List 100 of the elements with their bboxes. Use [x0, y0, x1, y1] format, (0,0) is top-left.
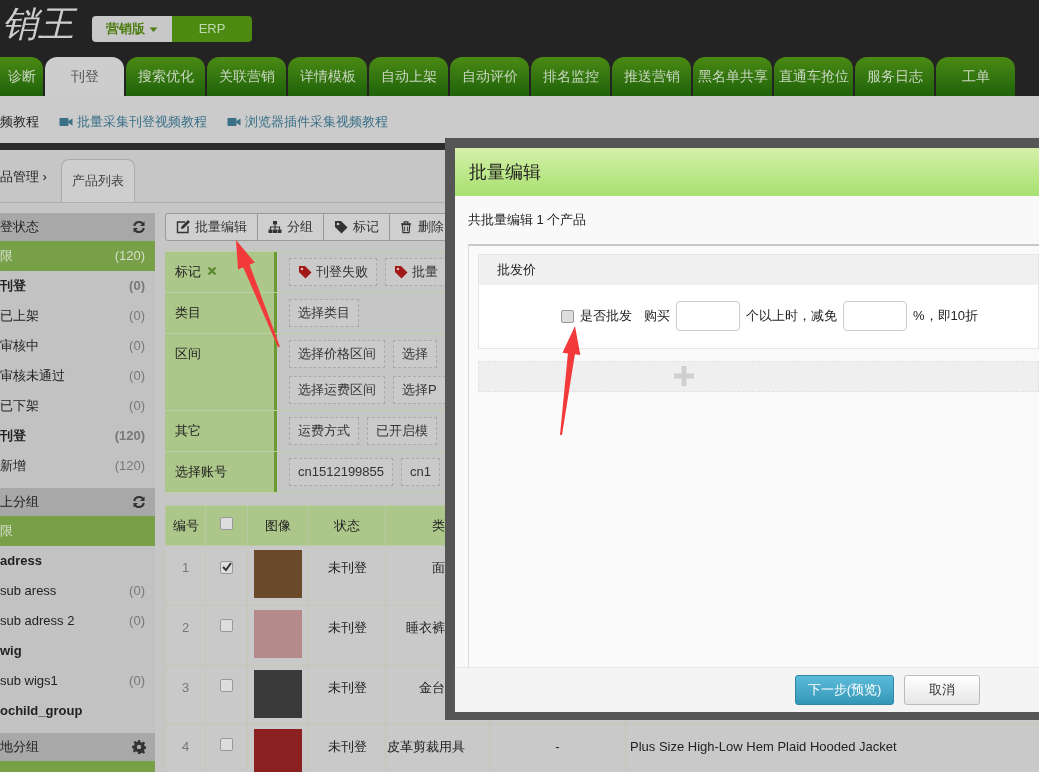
photo-placeholder — [254, 669, 302, 718]
sidebar-title: 地分组 — [0, 738, 39, 757]
column-header: 图像 — [247, 505, 309, 546]
filter-option[interactable]: 选择 — [393, 340, 437, 368]
filter-label: 区间 — [175, 345, 201, 363]
nav-tab[interactable]: 关联营销 — [207, 57, 286, 96]
toolbar-button[interactable]: 批量编辑 — [165, 213, 258, 241]
nav-tab[interactable]: 搜索优化 — [126, 57, 205, 96]
sidebar-item[interactable]: 新增 (120) — [0, 451, 155, 481]
toolbar-button[interactable]: 删除 — [390, 213, 447, 241]
filter-label: 选择账号 — [175, 463, 227, 481]
tutorial-text: 频教程 — [0, 112, 39, 131]
sidebar-item[interactable]: 审核中 (0) — [0, 331, 155, 361]
input-field[interactable] — [843, 301, 907, 331]
modal-title: 批量编辑 — [455, 148, 1039, 196]
filter-option[interactable]: 运费方式 — [289, 417, 359, 445]
sidebar-title: 登状态 — [0, 218, 39, 237]
column-header: 编号 — [165, 505, 206, 546]
table-cell: 未刊登 — [308, 545, 386, 606]
filter-option[interactable]: 选择P — [393, 376, 446, 404]
photo-placeholder — [254, 550, 302, 598]
refresh-icon — [132, 495, 146, 509]
trash-icon — [400, 220, 413, 234]
photo-placeholder — [254, 610, 302, 658]
nav-tab[interactable]: 详情模板 — [288, 57, 367, 96]
checkbox-label[interactable]: 是否批发 — [580, 306, 632, 326]
sitemap-icon — [268, 220, 282, 234]
sidebar-item[interactable]: 已下架 (0) — [0, 391, 155, 421]
toolbar-button[interactable]: 标记 — [324, 213, 390, 241]
nav-tab[interactable]: 刊登 — [45, 57, 124, 96]
field-label: 个以上时，减免 — [746, 307, 837, 326]
row-checkbox[interactable] — [220, 619, 233, 632]
sidebar-item[interactable]: ochild_group — [0, 696, 155, 726]
filter-label: 其它 — [175, 422, 201, 440]
filter-label: 标记 — [175, 263, 201, 281]
row-checkbox[interactable] — [220, 560, 233, 574]
filter-option[interactable]: cn1512199855 — [289, 458, 394, 486]
table-cell: Plus Size High-Low Hem Plaid Hooded Jacket — [625, 724, 1039, 772]
panel-title: 批发价 — [479, 254, 1038, 285]
cancel-button[interactable]: 取消 — [904, 675, 980, 705]
nav-tab[interactable]: 排名监控 — [531, 57, 610, 96]
row-checkbox[interactable] — [220, 738, 233, 751]
close-icon — [207, 266, 217, 276]
sidebar-item[interactable]: sub adress 2 (0) — [0, 606, 155, 636]
nav-tab[interactable]: 黑名单共享 — [693, 57, 772, 96]
select-all-checkbox[interactable] — [220, 516, 233, 530]
plus-icon — [673, 366, 694, 386]
sidebar-item[interactable]: adress — [0, 546, 155, 576]
filter-option[interactable]: 选择价格区间 — [289, 340, 385, 368]
breadcrumb-tab[interactable]: 产品列表 — [60, 159, 135, 202]
table-cell: 4 — [165, 724, 206, 772]
sidebar-item[interactable]: sub aress (0) — [0, 576, 155, 606]
filter-option[interactable]: cn1 — [401, 458, 440, 486]
settings-icon — [132, 740, 146, 754]
nav-tab[interactable]: 工单 — [936, 57, 1015, 96]
table-cell: - — [489, 724, 626, 772]
table-cell: 1 — [165, 545, 206, 606]
nav-tab[interactable]: 推送营销 — [612, 57, 691, 96]
row-checkbox[interactable] — [220, 678, 233, 692]
table-cell: 2 — [165, 605, 206, 665]
refresh-icon — [132, 220, 146, 234]
filter-option[interactable]: 选择运费区间 — [289, 376, 385, 404]
field-label: %，即10折 — [913, 307, 979, 326]
sidebar-item[interactable]: 已上架 (0) — [0, 301, 155, 331]
nav-tab[interactable]: 直通车抢位 — [774, 57, 853, 96]
nav-tab[interactable]: 服务日志 — [855, 57, 934, 96]
tag-icon — [298, 265, 312, 279]
nav-tab[interactable]: 自动上架 — [369, 57, 448, 96]
nav-tab[interactable]: 自动评价 — [450, 57, 529, 96]
add-row-button[interactable] — [478, 360, 1039, 392]
summary-text: 共批量编辑 1 个产品 — [468, 211, 588, 229]
filter-option[interactable]: 刊登失败 — [289, 258, 377, 286]
sidebar-item[interactable]: 审核未通过 (0) — [0, 361, 155, 391]
sidebar-title: 上分组 — [0, 493, 39, 512]
sidebar-item[interactable]: 刊登 (0) — [0, 271, 155, 301]
column-header: 状态 — [308, 505, 386, 546]
checkbox[interactable] — [561, 309, 574, 323]
sidebar-item[interactable]: sub wigs1 (0) — [0, 666, 155, 696]
table-cell: 未刊登 — [308, 724, 386, 772]
tutorial-link[interactable]: 浏览器插件采集视频教程 — [227, 111, 388, 132]
filter-option[interactable]: 批量 — [385, 258, 447, 286]
nav-tab[interactable]: 诊断 — [0, 57, 43, 96]
table-cell: 未刊登 — [308, 605, 386, 665]
toolbar-button[interactable]: 分组 — [258, 213, 324, 241]
table-cell: 3 — [165, 665, 206, 725]
table-cell: 未刊登 — [308, 665, 386, 725]
tag-icon — [394, 265, 408, 279]
photo-placeholder — [254, 729, 302, 772]
sidebar-item[interactable]: 刊登 (120) — [0, 421, 155, 451]
sidebar-item[interactable]: wig — [0, 636, 155, 666]
field-label: 购买 — [644, 307, 670, 326]
filter-option[interactable]: 选择类目 — [289, 299, 359, 327]
filter-label: 类目 — [175, 304, 201, 322]
table-cell: 皮革剪裁用具 — [385, 724, 490, 772]
tag-icon — [334, 220, 348, 234]
edit-icon — [176, 220, 190, 234]
breadcrumb-link[interactable]: 品管理 › — [0, 165, 47, 187]
filter-option[interactable]: 已开启模 — [367, 417, 437, 445]
tutorial-link[interactable]: 批量采集刊登视频教程 — [59, 111, 207, 132]
input-field[interactable] — [676, 301, 740, 331]
